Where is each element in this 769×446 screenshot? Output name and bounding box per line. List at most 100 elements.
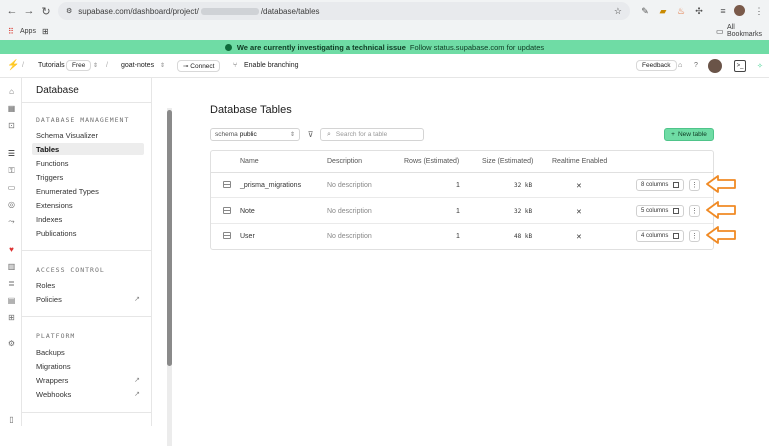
- separator: /: [22, 62, 24, 69]
- apps-grid-icon[interactable]: ⠿: [8, 27, 14, 36]
- profile-avatar[interactable]: [734, 5, 745, 16]
- filter-icon[interactable]: ⊽: [304, 128, 317, 141]
- folder-extension-icon[interactable]: ▰: [656, 4, 670, 18]
- media-controls-icon[interactable]: ≡: [716, 4, 730, 18]
- sidebar-item-triggers[interactable]: Triggers: [32, 171, 144, 183]
- help-icon[interactable]: ?: [694, 62, 698, 69]
- columns-button[interactable]: 8 columns: [636, 179, 684, 191]
- inbox-icon[interactable]: ⌂: [678, 62, 682, 69]
- columns-count: 8 columns: [641, 182, 669, 188]
- sidebar-item-webhooks[interactable]: Webhooks ↗: [32, 388, 144, 400]
- plan-badge: Free: [66, 60, 92, 71]
- org-switch-icon[interactable]: ⇕: [93, 62, 98, 69]
- user-avatar[interactable]: [708, 59, 722, 73]
- page-title: Database Tables: [210, 104, 292, 116]
- sidebar-item-roles[interactable]: Roles: [32, 279, 144, 291]
- settings-icon[interactable]: ⚙: [6, 338, 17, 349]
- sidebar-item-schema-visualizer[interactable]: Schema Visualizer: [32, 129, 144, 141]
- all-bookmarks[interactable]: All Bookmarks: [727, 24, 769, 38]
- branch-icon: ⑂: [233, 62, 238, 69]
- sidebar-item-wrappers[interactable]: Wrappers ↗: [32, 374, 144, 386]
- pen-extension-icon[interactable]: ✎: [638, 4, 652, 18]
- browser-chrome: ← → ↻ ⚙ supabase.com/dashboard/project/ …: [0, 0, 769, 40]
- terminal-icon[interactable]: >_: [734, 60, 746, 72]
- browser-menu-icon[interactable]: ⋮: [752, 4, 766, 18]
- table-name[interactable]: Note: [240, 208, 255, 215]
- sidebar-item-policies[interactable]: Policies ↗: [32, 293, 144, 305]
- table-name[interactable]: User: [240, 233, 255, 240]
- search-input[interactable]: ⌕ Search for a table: [320, 128, 424, 141]
- sidebar-item-indexes[interactable]: Indexes: [32, 213, 144, 225]
- supabase-logo-icon[interactable]: ⚡: [7, 60, 19, 71]
- table-row[interactable]: Note No description 1 32 kB ✕ 5 columns …: [211, 199, 713, 224]
- new-table-button[interactable]: + New table: [664, 128, 714, 141]
- feedback-button[interactable]: Feedback: [636, 60, 677, 71]
- table-header: Name Description Rows (Estimated) Size (…: [211, 151, 713, 173]
- schema-label: schema: [215, 131, 238, 138]
- integrations-icon[interactable]: ⊞: [6, 312, 17, 323]
- home-icon[interactable]: ⌂: [6, 86, 17, 97]
- back-icon[interactable]: ←: [4, 3, 20, 19]
- project-name[interactable]: goat-notes: [121, 62, 154, 69]
- org-name[interactable]: Tutorials: [38, 62, 65, 69]
- columns-button[interactable]: 4 columns: [636, 230, 684, 242]
- advisors-icon[interactable]: ♥: [6, 244, 17, 255]
- realtime-disabled-icon: ✕: [576, 209, 582, 216]
- logs-icon[interactable]: ≣: [6, 278, 17, 289]
- row-count: 1: [456, 182, 460, 189]
- columns-icon: [673, 208, 679, 214]
- sidebar-item-extensions[interactable]: Extensions: [32, 199, 144, 211]
- sidebar-item-publications[interactable]: Publications: [32, 227, 144, 239]
- apps-bookmark[interactable]: Apps: [20, 28, 36, 35]
- table-description: No description: [327, 208, 372, 215]
- enable-branching-button[interactable]: Enable branching: [244, 62, 299, 69]
- bookmark-star-icon[interactable]: ☆: [614, 6, 622, 17]
- sql-editor-icon[interactable]: ⊡: [6, 120, 17, 131]
- table-editor-icon[interactable]: ▦: [6, 103, 17, 114]
- address-bar[interactable]: ⚙ supabase.com/dashboard/project/ /datab…: [58, 2, 630, 20]
- realtime-disabled-icon: ✕: [576, 183, 582, 190]
- database-icon[interactable]: ☰: [6, 148, 17, 159]
- sidebar-item-label: Wrappers: [36, 375, 69, 385]
- table-description: No description: [327, 182, 372, 189]
- edge-functions-icon[interactable]: ◎: [6, 199, 17, 210]
- schema-select[interactable]: schema public ⇕: [210, 128, 300, 141]
- storage-icon[interactable]: ▭: [6, 182, 17, 193]
- status-banner: We are currently investigating a technic…: [0, 40, 769, 54]
- table-size: 32 kB: [514, 182, 533, 189]
- site-info-icon[interactable]: ⚙: [66, 7, 72, 15]
- divider: [22, 250, 152, 251]
- sidebar-item-tables[interactable]: Tables: [32, 143, 144, 155]
- flame-extension-icon[interactable]: ♨: [674, 4, 688, 18]
- realtime-icon[interactable]: ⤳: [6, 216, 17, 227]
- sidebar-item-enumerated-types[interactable]: Enumerated Types: [32, 185, 144, 197]
- api-docs-icon[interactable]: ▤: [6, 295, 17, 306]
- sidebar-item-migrations[interactable]: Migrations: [32, 360, 144, 372]
- table-row[interactable]: _prisma_migrations No description 1 32 k…: [211, 173, 713, 198]
- more-actions-icon[interactable]: ⋮: [689, 230, 700, 242]
- browser-toolbar: ← → ↻ ⚙ supabase.com/dashboard/project/ …: [0, 0, 769, 22]
- sidebar-item-backups[interactable]: Backups: [32, 346, 144, 358]
- tab-grid-icon[interactable]: ⊞: [42, 27, 49, 36]
- columns-button[interactable]: 5 columns: [636, 205, 684, 217]
- row-count: 1: [456, 208, 460, 215]
- auth-icon[interactable]: ⚿: [6, 165, 17, 176]
- more-actions-icon[interactable]: ⋮: [689, 179, 700, 191]
- reload-icon[interactable]: ↻: [38, 3, 54, 19]
- puzzle-extension-icon[interactable]: ✣: [692, 4, 706, 18]
- collapse-sidebar-icon[interactable]: ▯: [6, 414, 17, 425]
- table-row[interactable]: User No description 1 48 kB ✕ 4 columns …: [211, 224, 713, 249]
- more-actions-icon[interactable]: ⋮: [689, 205, 700, 217]
- forward-icon[interactable]: →: [21, 3, 37, 19]
- schema-value: public: [239, 131, 257, 138]
- sidebar-item-functions[interactable]: Functions: [32, 157, 144, 169]
- url-prefix: supabase.com/dashboard/project/: [78, 6, 199, 16]
- connect-button[interactable]: ⊸ Connect: [177, 60, 221, 72]
- assistant-icon[interactable]: ✧: [757, 62, 763, 70]
- reports-icon[interactable]: ▥: [6, 261, 17, 272]
- table-icon: [223, 232, 231, 239]
- table-name[interactable]: _prisma_migrations: [240, 182, 301, 189]
- project-switch-icon[interactable]: ⇕: [160, 62, 165, 69]
- banner-link[interactable]: Follow status.supabase.com for updates: [410, 43, 544, 52]
- main-content: Database Tables schema public ⇕ ⊽ ⌕ Sear…: [152, 78, 769, 426]
